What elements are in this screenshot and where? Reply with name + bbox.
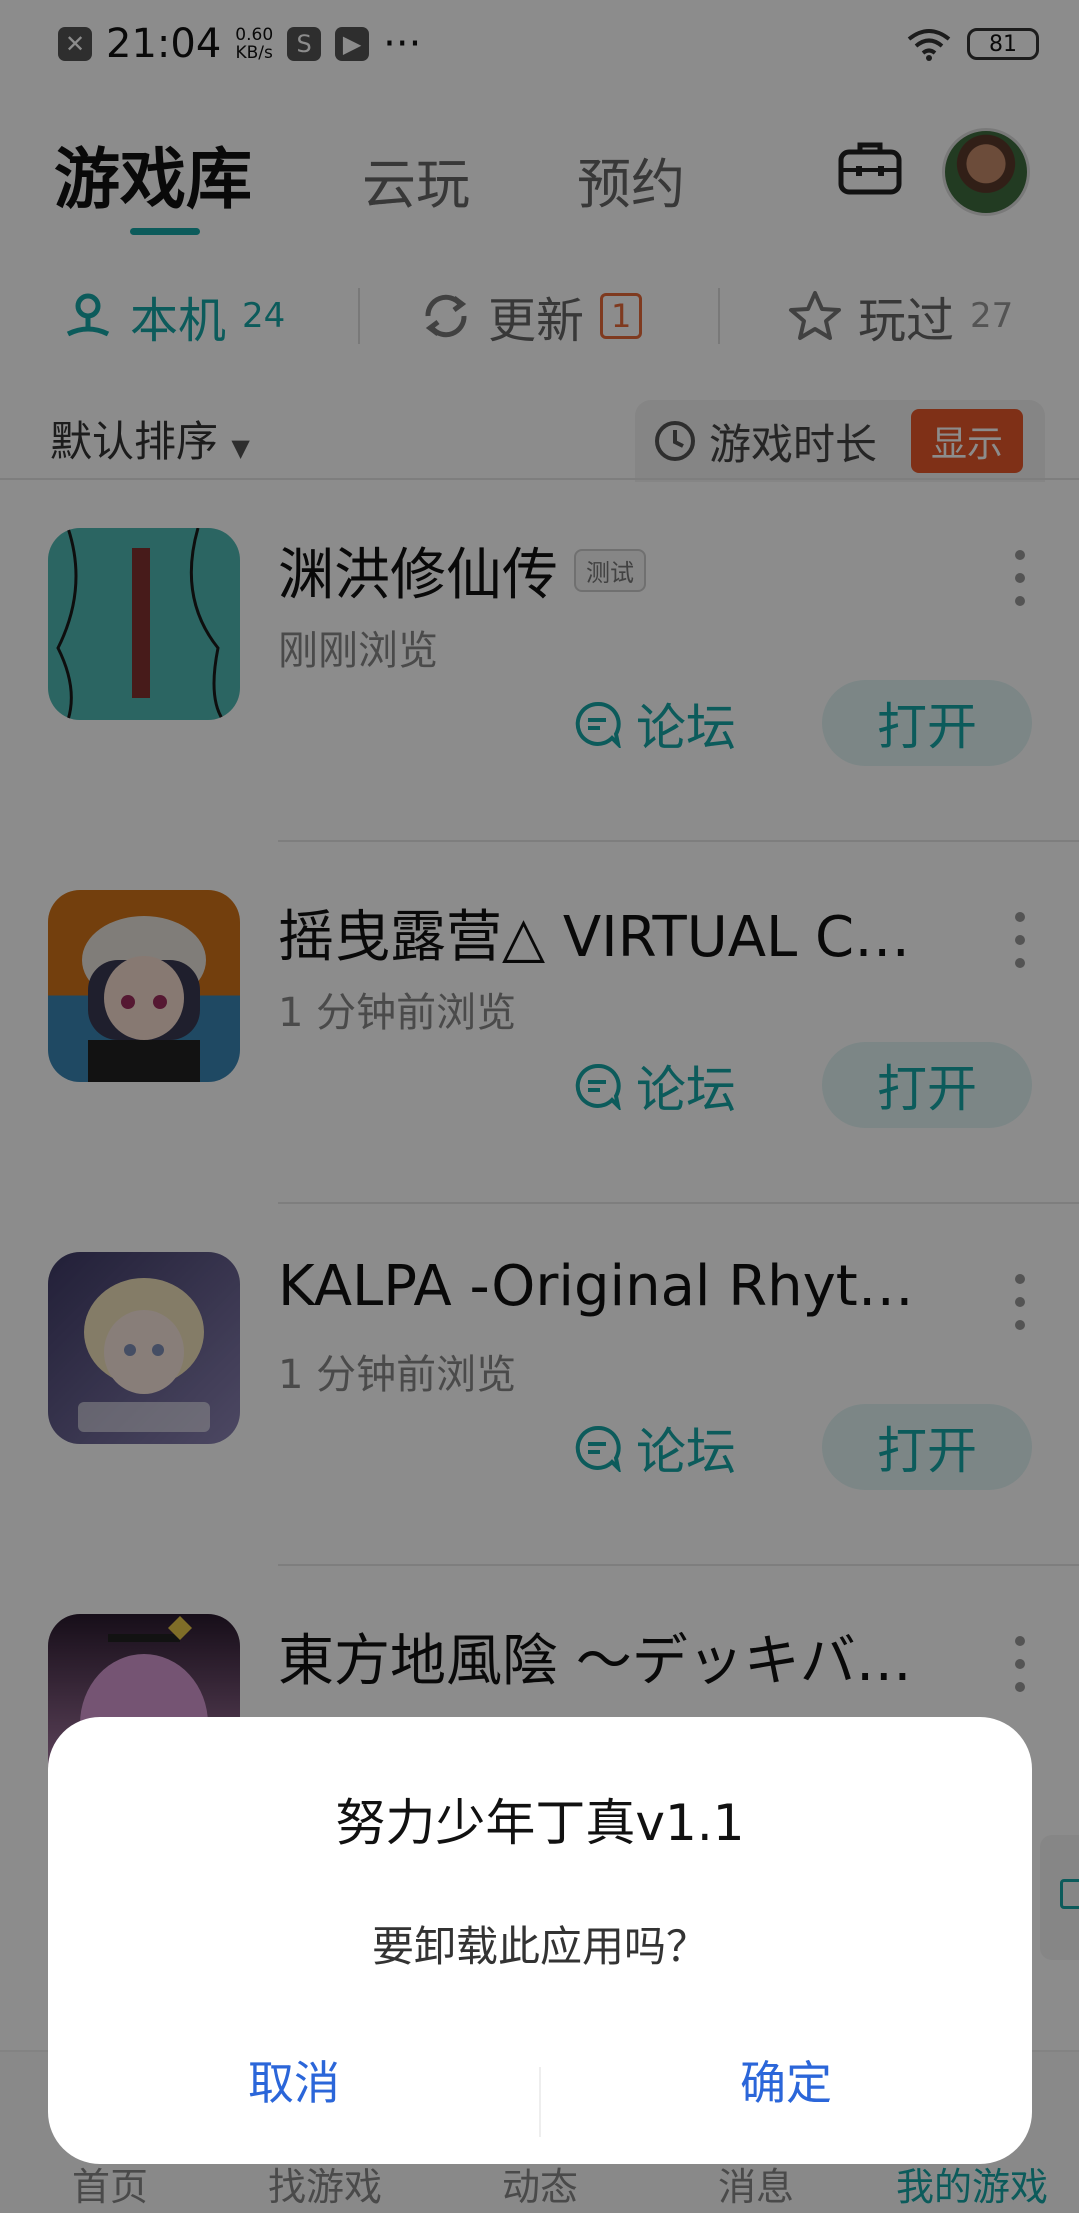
dialog-title: 努力少年丁真v1.1 bbox=[335, 1794, 745, 1852]
dialog-message: 要卸载此应用吗？ bbox=[371, 1922, 708, 1971]
cancel-button[interactable]: 取消 bbox=[48, 2047, 540, 2113]
confirm-button[interactable]: 确定 bbox=[540, 2047, 1032, 2113]
uninstall-dialog: 努力少年丁真v1.1 要卸载此应用吗？ 取消 确定 bbox=[48, 1717, 1032, 2164]
